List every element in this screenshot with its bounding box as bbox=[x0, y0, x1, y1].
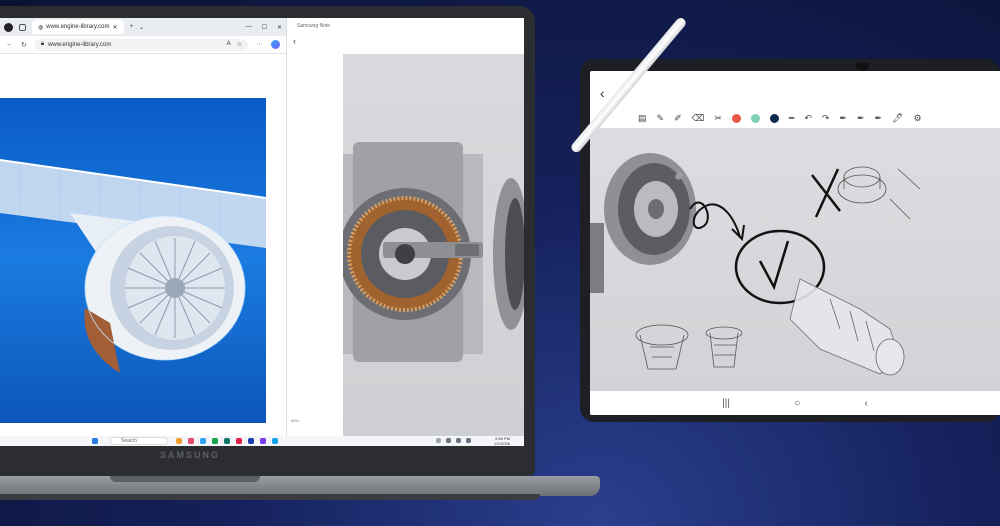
color-red[interactable] bbox=[731, 114, 741, 123]
web-content bbox=[0, 54, 286, 436]
back-icon[interactable]: ‹ bbox=[600, 85, 605, 101]
settings-icon[interactable]: ⚙ bbox=[913, 113, 921, 124]
address-bar[interactable]: 🔒︎ www.engine-library.com A ☆ bbox=[34, 38, 248, 51]
maximize-icon[interactable]: ☐ bbox=[262, 24, 267, 31]
note-app-title: Samsung Note bbox=[297, 23, 331, 29]
laptop-brand-logo: SAMSUNG bbox=[159, 450, 220, 460]
browser-tab[interactable]: ◍ www.engine-library.com ✕ bbox=[32, 20, 124, 34]
browser-tab-title: www.engine-library.com bbox=[46, 24, 110, 30]
app-icon[interactable] bbox=[272, 438, 278, 444]
pen-style-icon[interactable]: ✒ bbox=[875, 113, 883, 124]
color-navy[interactable] bbox=[769, 114, 779, 123]
home-icon[interactable]: ○ bbox=[794, 398, 800, 409]
battery-icon[interactable] bbox=[466, 438, 471, 443]
laptop-base-edge bbox=[0, 494, 540, 500]
jet-engine-image bbox=[0, 98, 266, 423]
taskbar-clock[interactable]: 2:56 PM 2/1/2026 bbox=[494, 436, 510, 446]
close-window-icon[interactable]: ✕ bbox=[277, 24, 282, 31]
lasso-icon[interactable]: ✂ bbox=[714, 113, 722, 124]
windows-taskbar: Search 2:56 PM 2/1/2026 bbox=[0, 436, 524, 446]
taskbar-search[interactable]: Search bbox=[110, 437, 168, 445]
refresh-icon[interactable]: ↻ bbox=[21, 41, 27, 49]
laptop-lid-notch bbox=[110, 476, 260, 482]
globe-icon: ◍ bbox=[38, 24, 44, 31]
minimize-icon[interactable]: — bbox=[246, 24, 252, 31]
back-icon[interactable]: ‹ bbox=[287, 34, 524, 48]
browser-window: ◍ www.engine-library.com ✕ + ⌄ — ☐ ✕ ← ↻… bbox=[0, 18, 286, 436]
favorite-icon[interactable]: ☆ bbox=[237, 41, 242, 48]
recents-icon[interactable]: ||| bbox=[722, 398, 730, 409]
app-icon[interactable] bbox=[212, 438, 218, 444]
lock-icon: 🔒︎ bbox=[40, 41, 45, 47]
browser-toolbar: ← ↻ 🔒︎ www.engine-library.com A ☆ ··· bbox=[0, 36, 286, 54]
redo-icon[interactable]: ↷ bbox=[822, 113, 830, 124]
app-icon[interactable] bbox=[188, 438, 194, 444]
workspaces-icon[interactable] bbox=[19, 23, 26, 31]
zoom-level[interactable]: 90% bbox=[291, 418, 299, 423]
app-icon[interactable] bbox=[248, 438, 254, 444]
back-icon[interactable]: ← bbox=[6, 41, 13, 48]
wifi-icon[interactable] bbox=[446, 438, 451, 443]
app-icon[interactable] bbox=[200, 438, 206, 444]
reader-icon[interactable]: A bbox=[227, 41, 231, 48]
tablet-screen: ‹ ▤ ✎ ✐ ⌫ ✂ ━ ↶ ↷ ✒ ✒ ✒ 🖊︎ ⚙ ||| ○ ‹ bbox=[590, 71, 1000, 415]
drawing-canvas[interactable] bbox=[590, 129, 1000, 391]
profile-icon[interactable] bbox=[4, 22, 13, 32]
copilot-icon[interactable] bbox=[271, 40, 280, 49]
tablet-device: ‹ ▤ ✎ ✐ ⌫ ✂ ━ ↶ ↷ ✒ ✒ ✒ 🖊︎ ⚙ ||| ○ ‹ bbox=[580, 59, 1000, 422]
note-app-window: Samsung Note ‹ 90% bbox=[286, 18, 524, 436]
undo-icon[interactable]: ↶ bbox=[804, 113, 812, 124]
laptop-base bbox=[0, 476, 600, 496]
tablet-camera bbox=[855, 63, 869, 71]
android-nav-bar: ||| ○ ‹ bbox=[590, 391, 1000, 415]
address-text: www.engine-library.com bbox=[48, 41, 112, 48]
app-icon[interactable] bbox=[176, 438, 182, 444]
taskbar-search-text: Search bbox=[121, 438, 137, 444]
marker-icon[interactable]: 🖊︎ bbox=[892, 113, 903, 124]
color-teal[interactable] bbox=[750, 114, 760, 123]
clock-date: 2/1/2026 bbox=[494, 441, 510, 446]
pen-tool-icon[interactable]: ✎ bbox=[657, 113, 665, 124]
pen-style-icon[interactable]: ✒ bbox=[857, 113, 865, 124]
stroke-width-icon[interactable]: ━ bbox=[789, 113, 794, 124]
back-nav-icon[interactable]: ‹ bbox=[865, 398, 868, 409]
pen-style-icon[interactable]: ✒ bbox=[839, 113, 847, 124]
eraser-icon[interactable]: ⌫ bbox=[692, 113, 705, 124]
windows-start-icon[interactable] bbox=[92, 438, 98, 444]
note-canvas[interactable] bbox=[343, 54, 524, 436]
volume-icon[interactable] bbox=[456, 438, 461, 443]
new-tab-icon[interactable]: + bbox=[130, 24, 134, 30]
more-icon[interactable]: ··· bbox=[256, 41, 263, 48]
select-tool-icon[interactable]: ▤ bbox=[638, 113, 647, 124]
tray-icon[interactable] bbox=[436, 438, 441, 443]
browser-tabbar: ◍ www.engine-library.com ✕ + ⌄ — ☐ ✕ bbox=[0, 18, 286, 36]
chevron-down-icon[interactable]: ⌄ bbox=[139, 24, 144, 31]
app-icon[interactable] bbox=[236, 438, 242, 444]
close-icon[interactable]: ✕ bbox=[113, 24, 118, 31]
highlighter-icon[interactable]: ✐ bbox=[674, 113, 682, 124]
app-icon[interactable] bbox=[224, 438, 230, 444]
drawing-toolbar: ▤ ✎ ✐ ⌫ ✂ ━ ↶ ↷ ✒ ✒ ✒ 🖊︎ ⚙ bbox=[590, 109, 1000, 129]
laptop-screen: ◍ www.engine-library.com ✕ + ⌄ — ☐ ✕ ← ↻… bbox=[0, 18, 524, 446]
app-icon[interactable] bbox=[260, 438, 266, 444]
